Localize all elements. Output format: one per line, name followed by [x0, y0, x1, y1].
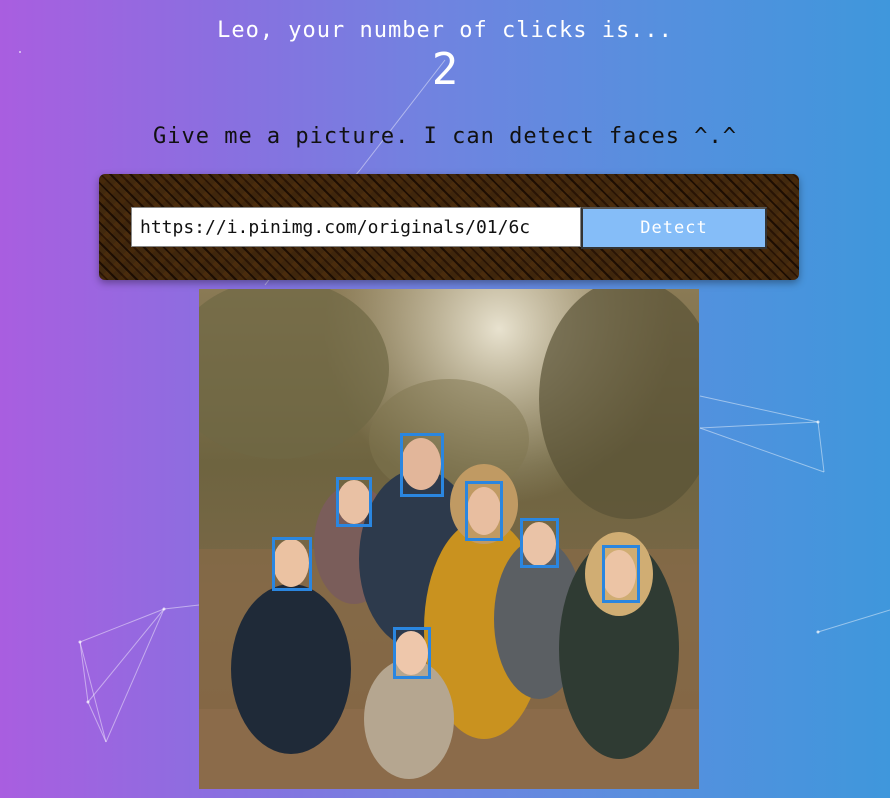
face-box [400, 433, 444, 497]
detect-button[interactable]: Detect [581, 207, 767, 249]
face-box [393, 627, 431, 679]
face-box [602, 545, 640, 603]
image-url-input[interactable] [131, 207, 581, 247]
face-box [520, 518, 559, 568]
result-photo [199, 289, 699, 789]
prompt-text: Give me a picture. I can detect faces ^.… [152, 124, 738, 149]
click-count: 2 [431, 44, 459, 95]
face-box [336, 477, 372, 527]
greeting-text: Leo, your number of clicks is... [217, 18, 673, 43]
url-form-panel: Detect [99, 174, 799, 280]
face-box [465, 481, 503, 541]
face-box [272, 537, 312, 591]
